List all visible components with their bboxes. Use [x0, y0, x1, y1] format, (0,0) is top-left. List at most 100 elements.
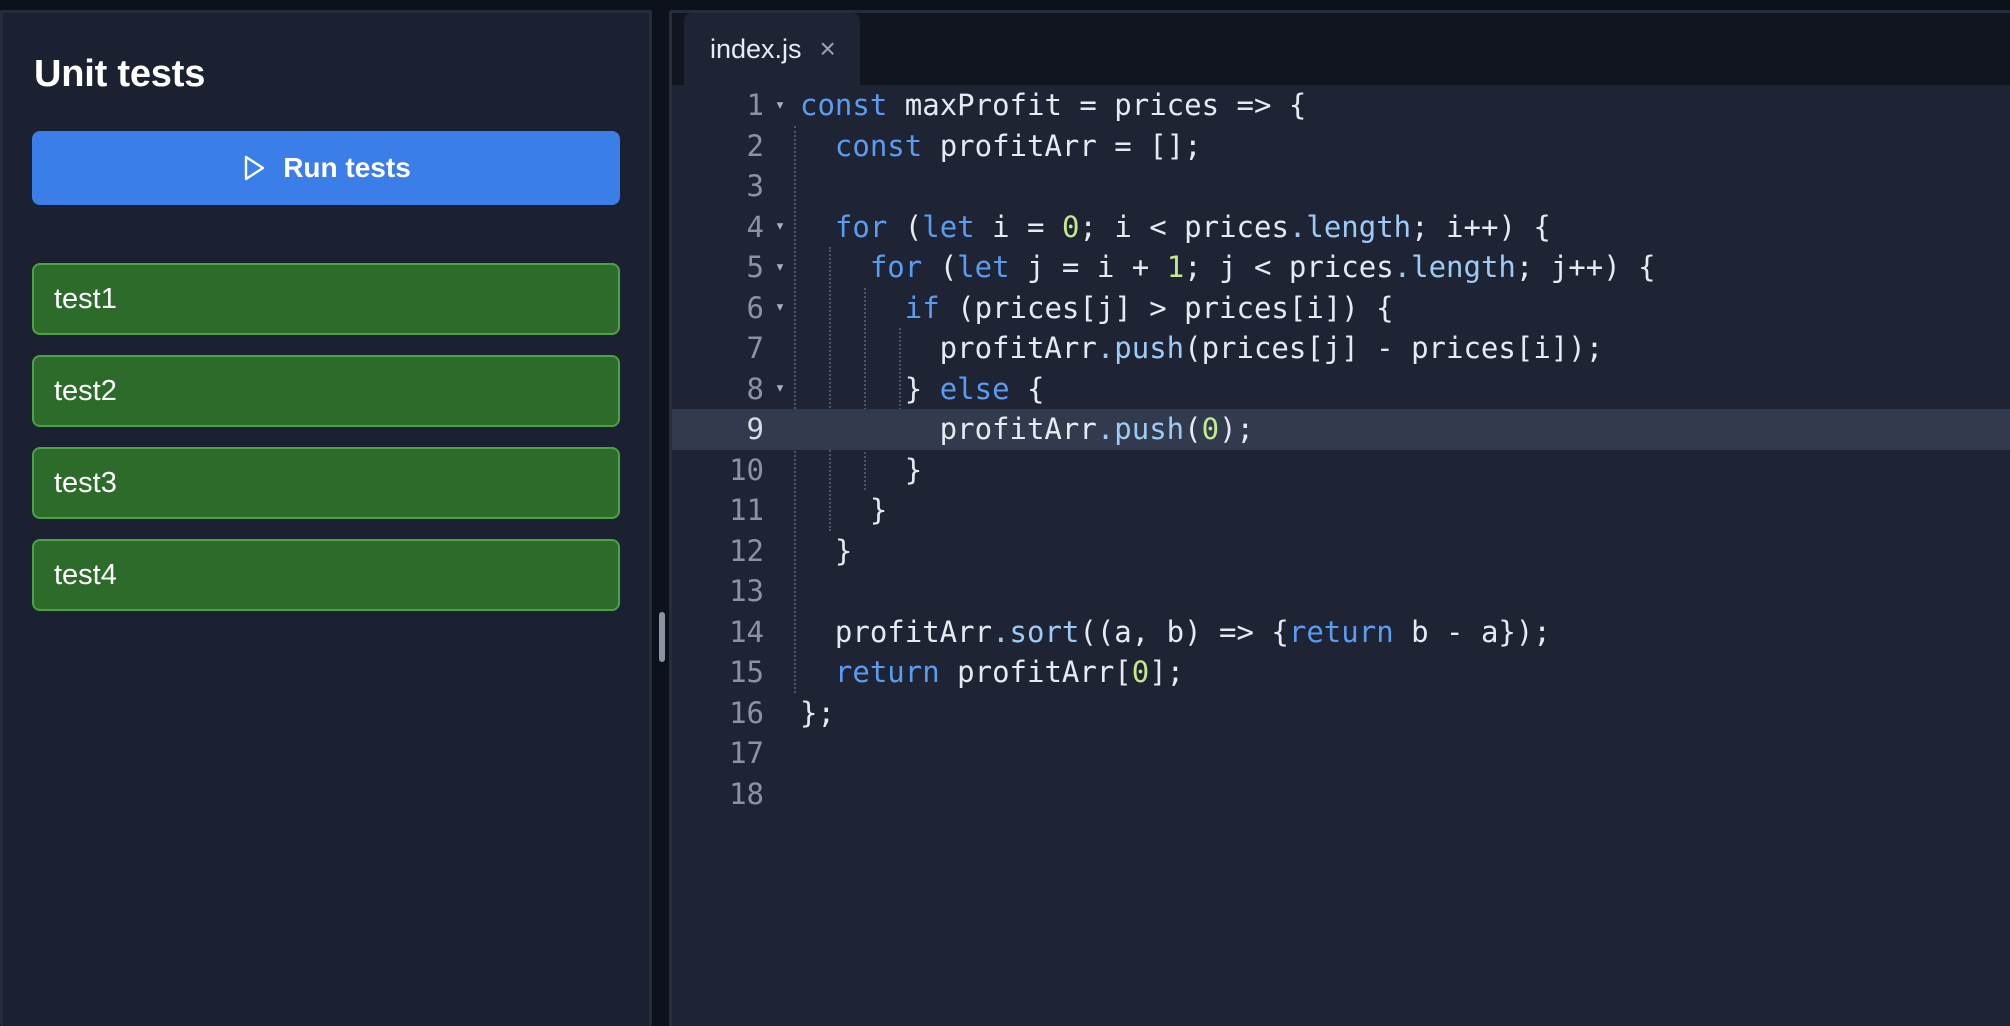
code-line[interactable]: 10 }	[672, 450, 2010, 491]
code-line[interactable]: 16};	[672, 693, 2010, 734]
fold-arrow-icon[interactable]: ▾	[766, 380, 794, 397]
line-number: 7	[746, 331, 764, 366]
code-token: for	[834, 209, 888, 244]
line-number: 17	[729, 736, 764, 771]
code-line[interactable]: 3	[672, 166, 2010, 207]
code-line[interactable]: 9 profitArr.push(0);	[672, 409, 2010, 450]
code-token: );	[1219, 412, 1254, 447]
code-token: i =	[974, 209, 1062, 244]
code-token: const	[800, 88, 888, 123]
line-number: 10	[729, 452, 764, 487]
code-line[interactable]: 5 ▾ for (let j = i + 1; j < prices.length…	[672, 247, 2010, 288]
code-line-text: profitArr.push(prices[j] - prices[i]);	[794, 331, 1603, 365]
code-line[interactable]: 6 ▾ if (prices[j] > prices[i]) {	[672, 288, 2010, 329]
code-line[interactable]: 17	[672, 733, 2010, 774]
code-line-text: };	[794, 696, 835, 730]
test-result-label: test4	[54, 558, 117, 591]
test-result-label: test1	[54, 282, 117, 315]
code-line-text: } else {	[794, 371, 1045, 406]
code-token: (prices[j] - prices[i]);	[1184, 331, 1604, 366]
code-line-text: }	[794, 453, 922, 487]
code-token: (prices[j] > prices[i]) {	[939, 290, 1394, 325]
editor-tab[interactable]: index.js ×	[684, 13, 860, 85]
code-line[interactable]: 7 profitArr.push(prices[j] - prices[i]);	[672, 328, 2010, 369]
code-line-text: for (let i = 0; i < prices.length; i++) …	[794, 210, 1551, 244]
test-result-item[interactable]: test4	[32, 539, 620, 611]
run-tests-button-label: Run tests	[283, 152, 411, 183]
code-token: let	[957, 250, 1010, 285]
line-number: 5	[746, 250, 764, 285]
unit-tests-panel: Unit tests Run tests test1 test2 test3 test…	[0, 10, 652, 1026]
code-line[interactable]: 14 profitArr.sort((a, b) => {return b - …	[672, 612, 2010, 653]
code-token: profitArr	[800, 412, 1097, 447]
code-token: (	[922, 250, 958, 285]
code-token: else	[939, 371, 1010, 406]
code-line-text: for (let j = i + 1; j < prices.length; j…	[794, 250, 1656, 284]
code-line[interactable]: 11 }	[672, 490, 2010, 531]
code-token: ; j++) {	[1515, 250, 1656, 285]
panel-splitter[interactable]	[655, 0, 669, 1026]
code-token: profitArr[	[939, 655, 1132, 690]
code-token: .push	[1096, 412, 1185, 447]
code-token: ((a, b) => {	[1079, 614, 1289, 649]
play-icon	[241, 154, 267, 182]
code-token: 0	[1201, 412, 1220, 447]
test-result-list: test1 test2 test3 test4	[32, 263, 620, 611]
code-line[interactable]: 2 const profitArr = [];	[672, 126, 2010, 167]
code-token: return	[834, 655, 940, 690]
line-number: 18	[729, 776, 764, 811]
fold-arrow-icon[interactable]: ▾	[766, 258, 794, 276]
code-line-text: const profitArr = [];	[794, 129, 1202, 163]
code-area[interactable]: 1 ▾ const maxProfit = prices => {2 const p…	[672, 85, 2010, 1026]
editor-tab-label: index.js	[710, 33, 802, 64]
code-line[interactable]: 18	[672, 774, 2010, 815]
code-line[interactable]: 13	[672, 571, 2010, 612]
line-number: 8	[746, 371, 764, 406]
fold-arrow-icon[interactable]: ▾	[766, 299, 794, 316]
code-line-text: profitArr.sort((a, b) => {return b - a})…	[794, 615, 1551, 649]
run-tests-button[interactable]: Run tests	[32, 131, 620, 205]
code-token: profitArr	[800, 331, 1097, 366]
fold-arrow-icon[interactable]: ▾	[766, 218, 794, 235]
line-number: 14	[729, 614, 764, 649]
code-token: 0	[1061, 209, 1080, 244]
code-line[interactable]: 1 ▾ const maxProfit = prices => {	[672, 85, 2010, 126]
test-result-item[interactable]: test1	[32, 263, 620, 335]
test-result-item[interactable]: test2	[32, 355, 620, 427]
code-line-text: const maxProfit = prices => {	[794, 88, 1306, 122]
test-result-item[interactable]: test3	[32, 447, 620, 519]
code-token: maxProfit = prices => {	[887, 88, 1307, 123]
code-line-text: return profitArr[0];	[794, 655, 1184, 689]
code-line[interactable]: 12 }	[672, 531, 2010, 572]
close-icon[interactable]: ×	[820, 35, 836, 63]
code-token: 0	[1131, 655, 1150, 690]
line-number: 3	[746, 169, 764, 204]
code-token: .length	[1288, 209, 1412, 244]
code-editor-panel: index.js × 1 ▾ const maxProfit = prices => …	[669, 10, 2010, 1026]
line-number: 13	[729, 574, 764, 609]
code-line[interactable]: 4 ▾ for (let i = 0; i < prices.length; i+…	[672, 207, 2010, 248]
code-token: ; i < prices	[1079, 209, 1289, 244]
code-token: if	[904, 290, 940, 325]
line-number: 11	[729, 493, 764, 528]
code-line-text: }	[794, 493, 887, 527]
code-token: const	[834, 128, 923, 163]
fold-arrow-icon[interactable]: ▾	[766, 96, 794, 114]
page-title: Unit tests	[34, 53, 206, 95]
code-lines: 1 ▾ const maxProfit = prices => {2 const p…	[672, 85, 2010, 814]
code-token: }	[800, 371, 940, 406]
code-token: 1	[1166, 250, 1185, 285]
code-token: ; j < prices	[1184, 250, 1394, 285]
code-token: for	[869, 250, 923, 285]
drag-handle-icon[interactable]	[659, 612, 665, 662]
code-token: .push	[1096, 331, 1185, 366]
code-line[interactable]: 8 ▾ } else {	[672, 369, 2010, 410]
line-number: 9	[746, 412, 764, 447]
code-token: }	[800, 452, 923, 487]
code-token: b - a});	[1393, 614, 1551, 649]
code-token: (	[887, 209, 923, 244]
code-line[interactable]: 15 return profitArr[0];	[672, 652, 2010, 693]
